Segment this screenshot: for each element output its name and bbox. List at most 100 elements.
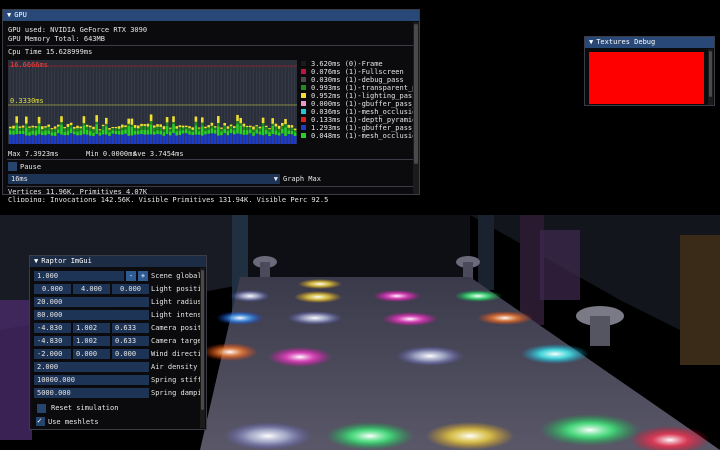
- increment-button[interactable]: +: [138, 271, 148, 281]
- timing-bar-segment: [159, 124, 162, 127]
- timing-bar-segment: [236, 114, 239, 121]
- scene-global-input[interactable]: 1.000: [34, 271, 124, 281]
- wind-direction-y[interactable]: 0.000: [73, 349, 110, 359]
- camera-position-y[interactable]: 1.002: [73, 323, 110, 333]
- timing-bar-segment: [153, 125, 156, 128]
- wind-direction-z[interactable]: 0.000: [112, 349, 149, 359]
- legend-item: 0.030ms (1)-debug_pass: [301, 76, 413, 84]
- timing-bar-segment: [53, 128, 57, 133]
- timing-bar-segment: [117, 128, 121, 131]
- timing-bar-segment: [82, 123, 86, 126]
- gpu-window-scrollbar[interactable]: [413, 22, 419, 194]
- air-density-input[interactable]: 2.000: [34, 362, 149, 372]
- checkmark-icon: ✓: [37, 416, 42, 425]
- timing-bar-segment: [210, 125, 214, 129]
- timing-bar-segment: [194, 121, 198, 126]
- spring-stiffness-input[interactable]: 10000.000: [34, 375, 149, 385]
- timing-bar-segment: [197, 128, 201, 132]
- timing-bar-segment: [287, 134, 290, 144]
- collapse-triangle-icon[interactable]: ▼: [7, 11, 11, 19]
- timing-bar-segment: [111, 127, 114, 129]
- timing-bar-segment: [15, 116, 18, 123]
- scrollbar-thumb[interactable]: [709, 51, 712, 97]
- timing-bar-segment: [95, 115, 98, 122]
- light-intensity-label: Light intens: [151, 311, 201, 319]
- timing-bar-segment: [57, 129, 60, 134]
- textures-scrollbar[interactable]: [708, 49, 713, 105]
- timing-bar-segment: [162, 135, 166, 144]
- timing-bar-segment: [101, 124, 105, 127]
- gpu-window[interactable]: ▼ GPU GPU used: NVIDIA GeForce RTX 3090 G…: [2, 9, 420, 202]
- timing-bar-segment: [258, 131, 262, 135]
- light-intensity-input[interactable]: 80.000: [34, 310, 149, 320]
- timing-bar-segment: [44, 127, 47, 131]
- timing-bar-segment: [108, 128, 111, 130]
- camera-target-x[interactable]: -4.830: [34, 336, 71, 346]
- timing-bar-segment: [293, 132, 297, 136]
- scrollbar-thumb[interactable]: [414, 24, 418, 164]
- timing-bar-segment: [76, 125, 79, 129]
- raptor-imgui-window[interactable]: ▼ Raptor ImGui 1.000 - + Scene global 0.0…: [29, 255, 207, 430]
- decrement-button[interactable]: -: [126, 271, 136, 281]
- textures-debug-titlebar[interactable]: ▼ Textures Debug: [585, 37, 714, 48]
- timing-bar-segment: [194, 116, 198, 122]
- timing-bar-segment: [9, 130, 12, 135]
- timing-bar-segment: [185, 133, 188, 144]
- timing-bar-segment: [121, 124, 124, 128]
- timing-bar-segment: [95, 134, 98, 144]
- timing-bar-segment: [69, 122, 73, 126]
- timing-bar-segment: [143, 124, 146, 126]
- timing-bar-segment: [47, 126, 50, 131]
- timing-bar-segment: [178, 127, 182, 131]
- light-radius-input[interactable]: 20.000: [34, 297, 149, 307]
- timing-bar-segment: [181, 133, 185, 144]
- timing-bar-segment: [9, 126, 12, 129]
- reset-simulation-checkbox[interactable]: [37, 404, 46, 413]
- timing-bar-segment: [73, 128, 76, 132]
- collapse-triangle-icon[interactable]: ▼: [589, 38, 593, 46]
- timing-bar-segment: [47, 130, 50, 135]
- gpu-window-titlebar[interactable]: ▼ GPU: [3, 10, 419, 21]
- timing-bar-segment: [18, 126, 22, 128]
- camera-target-y[interactable]: 1.002: [73, 336, 110, 346]
- timing-bar-segment: [169, 135, 172, 144]
- timing-bar-segment: [76, 131, 79, 136]
- legend-swatch: [301, 125, 306, 130]
- timing-bar-segment: [137, 125, 140, 129]
- graph-max-dropdown[interactable]: 16ms ▼: [8, 174, 280, 184]
- raptor-scrollbar[interactable]: [200, 268, 205, 428]
- timing-bar-segment: [127, 123, 130, 127]
- timing-bar-segment: [28, 127, 31, 132]
- timing-bar-segment: [169, 131, 172, 136]
- timing-bar-segment: [169, 127, 172, 129]
- gpu-timing-graph[interactable]: 16.6666ms 0.3330ms: [8, 60, 297, 144]
- light-position-z[interactable]: 0.000: [112, 284, 149, 294]
- raptor-imgui-titlebar[interactable]: ▼ Raptor ImGui: [30, 256, 206, 267]
- timing-bar-segment: [105, 117, 108, 124]
- reset-simulation-button[interactable]: Reset simulation: [35, 403, 200, 414]
- timing-bar-segment: [124, 129, 127, 134]
- light-position-y[interactable]: 4.000: [73, 284, 110, 294]
- timing-bar-segment: [194, 125, 198, 135]
- timing-bar-segment: [21, 133, 25, 144]
- wind-direction-x[interactable]: -2.000: [34, 349, 71, 359]
- timing-bar-segment: [53, 135, 57, 144]
- use-meshlets-checkbox[interactable]: ✓: [36, 416, 45, 426]
- legend-swatch: [301, 85, 306, 90]
- timing-bar-segment: [15, 122, 18, 126]
- scrollbar-thumb[interactable]: [201, 270, 204, 410]
- light-position-x[interactable]: 0.000: [34, 284, 71, 294]
- timing-bar-segment: [181, 127, 185, 131]
- timing-bar-segment: [210, 122, 214, 126]
- timing-bar-segment: [172, 133, 175, 144]
- spring-damping-input[interactable]: 5000.000: [34, 388, 149, 398]
- camera-target-z[interactable]: 0.633: [112, 336, 149, 346]
- camera-position-x[interactable]: -4.830: [34, 323, 71, 333]
- timing-bar-segment: [201, 126, 204, 136]
- camera-position-z[interactable]: 0.633: [112, 323, 149, 333]
- textures-debug-window[interactable]: ▼ Textures Debug: [584, 36, 715, 106]
- timing-bar-segment: [85, 126, 89, 130]
- collapse-triangle-icon[interactable]: ▼: [34, 257, 38, 265]
- pause-checkbox[interactable]: [8, 162, 17, 171]
- timing-bar-segment: [137, 128, 140, 131]
